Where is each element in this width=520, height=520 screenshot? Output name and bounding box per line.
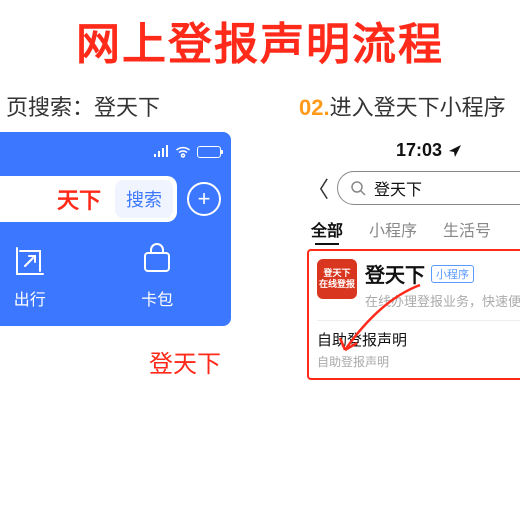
search-result[interactable]: 登天下 在线登报 登天下 小程序 在线办理登报业务，快速便 自助登报声明	[307, 249, 520, 380]
tabs: 全部 小程序 生活号	[307, 213, 520, 249]
footer-keyword: 登天下	[6, 344, 281, 379]
tab-all[interactable]: 全部	[311, 217, 343, 241]
miniapp-badge: 小程序	[431, 265, 474, 283]
search-box-r[interactable]: 登天下	[337, 171, 520, 205]
app-travel[interactable]: 出行	[11, 242, 49, 310]
location-icon	[448, 144, 462, 158]
status-bar-r: 17:03	[307, 140, 520, 161]
add-button[interactable]: +	[187, 182, 221, 216]
step2-heading: 02.进入登天下小程序	[299, 90, 520, 122]
wifi-icon	[175, 145, 191, 159]
battery-icon	[197, 146, 221, 158]
subitem-title: 自助登报声明	[317, 329, 407, 350]
back-button[interactable]: 〈	[307, 172, 329, 204]
tab-life[interactable]: 生活号	[443, 217, 491, 241]
app-cards[interactable]: 卡包	[138, 242, 176, 310]
search-value: 登天下	[374, 176, 422, 200]
alipay-screenshot: 天下 搜索 + 出行 卡包	[0, 132, 231, 326]
search-input[interactable]: 天下	[0, 183, 115, 215]
banner: 网上登报声明流程	[0, 0, 520, 90]
result-title: 登天下	[365, 259, 425, 288]
search-icon	[350, 180, 366, 196]
tab-miniapp[interactable]: 小程序	[369, 217, 417, 241]
result-app-icon: 登天下 在线登报	[317, 259, 357, 299]
card-icon	[138, 242, 176, 280]
subitem-desc: 自助登报声明	[317, 353, 407, 370]
result-desc: 在线办理登报业务，快速便	[365, 291, 520, 310]
result-subitem[interactable]: 自助登报声明 自助登报声明 ›	[317, 320, 520, 370]
search-box[interactable]: 天下 搜索	[0, 176, 177, 222]
step1-heading: 页搜索：登天下	[6, 90, 281, 122]
time-label: 17:03	[396, 140, 442, 161]
status-bar	[0, 142, 221, 162]
app-label: 出行	[14, 286, 46, 310]
banner-title: 网上登报声明流程	[0, 8, 520, 72]
nav-icon	[11, 242, 49, 280]
search-button[interactable]: 搜索	[115, 180, 173, 218]
app-label: 卡包	[141, 286, 173, 310]
miniapp-screenshot: 17:03 〈 登天下 全部 小程序 生活号 登天下 在线登报	[299, 132, 520, 384]
signal-icon	[153, 145, 169, 159]
app-grid: 出行 卡包	[0, 242, 221, 310]
